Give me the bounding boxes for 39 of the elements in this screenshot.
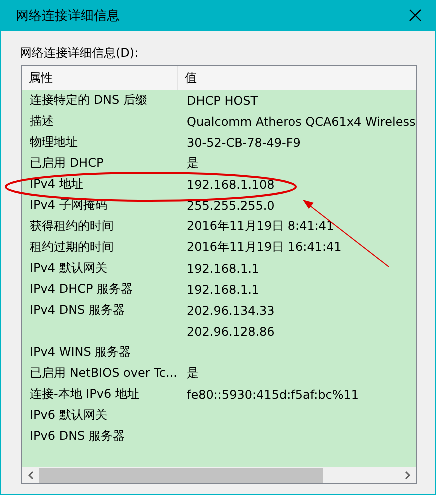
property-name: IPv4 默认网关: [30, 261, 108, 275]
scroll-left-icon[interactable]: [28, 470, 34, 480]
property-name: 连接-本地 IPv6 地址: [30, 387, 140, 401]
property-name: IPv4 WINS 服务器: [30, 345, 132, 359]
property-value: Qualcomm Atheros QCA61x4 Wireless: [187, 114, 416, 128]
property-value: 192.168.1.1: [187, 262, 260, 276]
property-value: 255.255.255.0: [187, 198, 275, 212]
column-header[interactable]: 值: [178, 66, 416, 90]
property-value: 2016年11月19日 8:41:41: [187, 219, 334, 233]
details-list[interactable]: [21, 65, 417, 484]
scrollbar-thumb[interactable]: [39, 468, 323, 482]
property-value: 30-52-CB-78-49-F9: [187, 136, 301, 150]
property-value: 202.96.128.86: [187, 324, 275, 338]
column-header[interactable]: 属性: [22, 66, 178, 90]
section-label: 网络连接详细信息(D):: [20, 46, 139, 60]
property-value: 是: [187, 366, 199, 380]
close-icon: [408, 9, 422, 22]
property-name: 获得租约的时间: [30, 219, 114, 233]
property-name: 连接特定的 DNS 后缀: [30, 93, 148, 107]
property-name: IPv4 DNS 服务器: [30, 303, 125, 317]
property-name: 租约过期的时间: [30, 240, 114, 254]
property-name: IPv4 地址: [30, 177, 84, 191]
property-name: 已启用 NetBIOS over Tc...: [30, 366, 178, 380]
property-name: 已启用 DHCP: [30, 156, 104, 170]
property-value: fe80::5930:415d:f5af:bc%11: [187, 388, 360, 402]
property-name: 物理地址: [30, 135, 78, 149]
property-value: 是: [187, 156, 199, 170]
property-name: IPv4 DHCP 服务器: [30, 282, 134, 296]
scroll-right-icon[interactable]: [404, 470, 410, 480]
property-value: DHCP HOST: [187, 94, 258, 108]
window-title: 网络连接详细信息: [16, 8, 120, 24]
property-value: 2016年11月19日 16:41:41: [187, 240, 342, 254]
property-name: 描述: [30, 114, 54, 128]
property-value: 202.96.134.33: [187, 304, 275, 318]
property-name: IPv6 DNS 服务器: [30, 429, 125, 443]
horizontal-scrollbar[interactable]: [22, 467, 416, 483]
property-value: 192.168.1.108: [187, 178, 275, 192]
property-name: IPv6 默认网关: [30, 408, 108, 422]
property-value: 192.168.1.1: [187, 282, 260, 296]
